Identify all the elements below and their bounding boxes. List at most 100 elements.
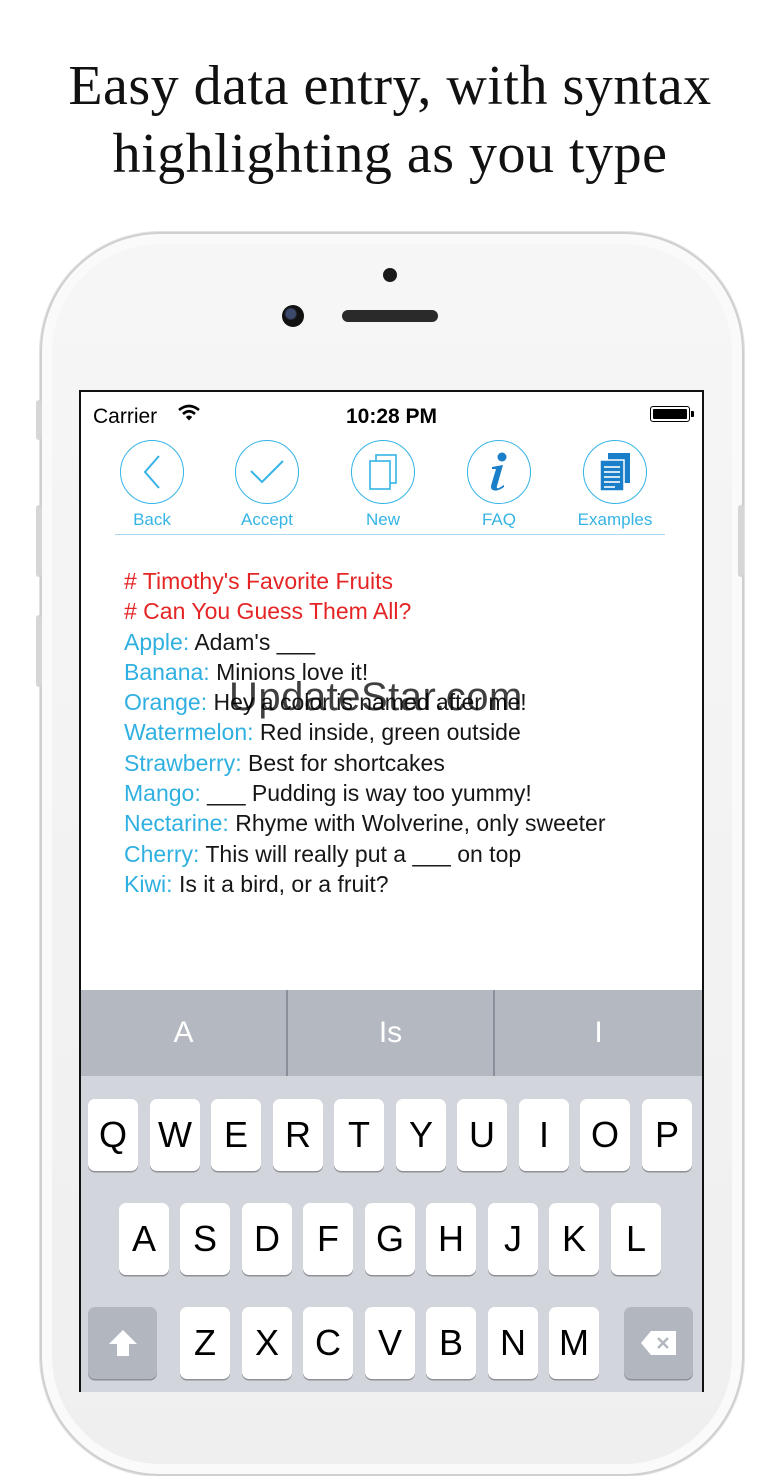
entry-key: Watermelon: (124, 719, 254, 746)
entry-line: Watermelon: Red inside, green outside (124, 717, 606, 747)
entry-key: Strawberry: (124, 749, 242, 776)
entry-line: Mango: ___ Pudding is way too yummy! (124, 778, 606, 808)
entry-value: Rhyme with Wolverine, only sweeter (228, 810, 606, 837)
key-g[interactable]: G (365, 1203, 415, 1275)
comment-line: # Can You Guess Them All? (124, 598, 412, 625)
key-z[interactable]: Z (180, 1307, 230, 1379)
key-e[interactable]: E (211, 1099, 261, 1171)
key-b[interactable]: B (426, 1307, 476, 1379)
suggestion-bar: A Is I (81, 990, 702, 1076)
headline: Easy data entry, with syntax highlightin… (0, 52, 780, 188)
examples-button-label: Examples (577, 510, 653, 529)
new-button-label: New (365, 510, 400, 529)
key-w[interactable]: W (150, 1099, 200, 1171)
key-i[interactable]: I (519, 1099, 569, 1171)
key-c[interactable]: C (303, 1307, 353, 1379)
entry-key: Kiwi: (124, 870, 173, 897)
shift-arrow-icon (108, 1330, 137, 1356)
entry-value: Red inside, green outside (253, 719, 521, 746)
entry-key: Nectarine: (124, 810, 229, 837)
entry-key: Banana: (124, 658, 210, 685)
entry-line: Kiwi: Is it a bird, or a fruit? (124, 869, 606, 899)
examples-button[interactable]: Examples (557, 436, 673, 530)
key-d[interactable]: D (242, 1203, 292, 1275)
phone-volume-up-button (36, 505, 42, 577)
key-j[interactable]: J (488, 1203, 538, 1275)
examples-button-circle (583, 440, 647, 504)
key-h[interactable]: H (426, 1203, 476, 1275)
faq-button[interactable]: FAQ (441, 436, 557, 530)
headline-line-1: Easy data entry, with syntax (68, 55, 712, 117)
accept-button-label: Accept (241, 510, 293, 529)
entry-value: Hey a color is named after me! (207, 689, 527, 716)
delete-key[interactable] (624, 1307, 693, 1379)
checkmark-icon (250, 460, 284, 484)
entry-line: Orange: Hey a color is named after me! (124, 687, 606, 717)
key-p[interactable]: P (642, 1099, 692, 1171)
phone-sensor (383, 268, 397, 282)
accept-button[interactable]: Accept (209, 436, 325, 530)
suggestion-item[interactable]: A (81, 990, 286, 1076)
comment-line: # Timothy's Favorite Fruits (124, 568, 393, 594)
back-button-label: Back (133, 510, 171, 529)
faq-button-circle (467, 440, 531, 504)
phone-speaker (342, 310, 438, 322)
toolbar: Back Accept New FAQ Examples (115, 436, 665, 535)
key-n[interactable]: N (488, 1307, 538, 1379)
entry-value: Best for shortcakes (241, 749, 445, 776)
key-a[interactable]: A (119, 1203, 169, 1275)
keyboard: A Is I Q W E R T Y U I O P A S D F G H J… (81, 990, 702, 1392)
phone-camera (282, 305, 304, 327)
key-r[interactable]: R (273, 1099, 323, 1171)
entry-line: Banana: Minions love it! (124, 657, 606, 687)
key-y[interactable]: Y (396, 1099, 446, 1171)
entry-key: Orange: (124, 689, 208, 716)
back-button-circle (120, 440, 184, 504)
entry-value: ___ Pudding is way too yummy! (200, 780, 532, 807)
accept-button-circle (235, 440, 299, 504)
phone-screen: Carrier 10:28 PM Back Accept New FAQ Exa… (79, 390, 704, 1392)
document-list-icon (599, 453, 630, 492)
entry-line: Cherry: This will really put a ___ on to… (124, 839, 606, 869)
key-t[interactable]: T (334, 1099, 384, 1171)
entry-key: Apple: (124, 628, 190, 655)
entry-key: Mango: (124, 780, 201, 807)
entry-value: Is it a bird, or a fruit? (172, 870, 389, 897)
key-v[interactable]: V (365, 1307, 415, 1379)
key-x[interactable]: X (242, 1307, 292, 1379)
entry-key: Cherry: (124, 840, 200, 867)
key-q[interactable]: Q (88, 1099, 138, 1171)
entry-line: Apple: Adam's ___ (124, 627, 606, 657)
phone-side-button (36, 400, 42, 440)
entry-value: Adam's ___ (189, 628, 316, 655)
key-s[interactable]: S (180, 1203, 230, 1275)
text-editor[interactable]: # Timothy's Favorite Fruits # Can You Gu… (124, 566, 606, 899)
entry-value: Minions love it! (209, 658, 369, 685)
info-icon (491, 452, 507, 491)
key-m[interactable]: M (549, 1307, 599, 1379)
faq-button-label: FAQ (481, 510, 516, 529)
chevron-left-icon (143, 455, 160, 489)
status-time: 10:28 PM (345, 405, 438, 428)
documents-icon (369, 454, 397, 490)
entry-value: This will really put a ___ on top (199, 840, 522, 867)
key-f[interactable]: F (303, 1203, 353, 1275)
key-k[interactable]: K (549, 1203, 599, 1275)
suggestion-item[interactable]: Is (288, 990, 493, 1076)
phone-volume-down-button (36, 615, 42, 687)
new-button[interactable]: New (325, 436, 441, 530)
shift-key[interactable] (88, 1307, 157, 1379)
new-button-circle (351, 440, 415, 504)
key-l[interactable]: L (611, 1203, 661, 1275)
phone-power-button (738, 505, 744, 577)
entry-line: Nectarine: Rhyme with Wolverine, only sw… (124, 808, 606, 838)
key-u[interactable]: U (457, 1099, 507, 1171)
suggestion-item[interactable]: I (495, 990, 702, 1076)
entry-line: Strawberry: Best for shortcakes (124, 748, 606, 778)
key-o[interactable]: O (580, 1099, 630, 1171)
backspace-icon (640, 1331, 676, 1355)
status-bar: Carrier 10:28 PM (81, 392, 702, 432)
back-button[interactable]: Back (94, 436, 210, 530)
headline-line-2: highlighting as you type (112, 123, 668, 185)
battery-icon (650, 406, 694, 422)
